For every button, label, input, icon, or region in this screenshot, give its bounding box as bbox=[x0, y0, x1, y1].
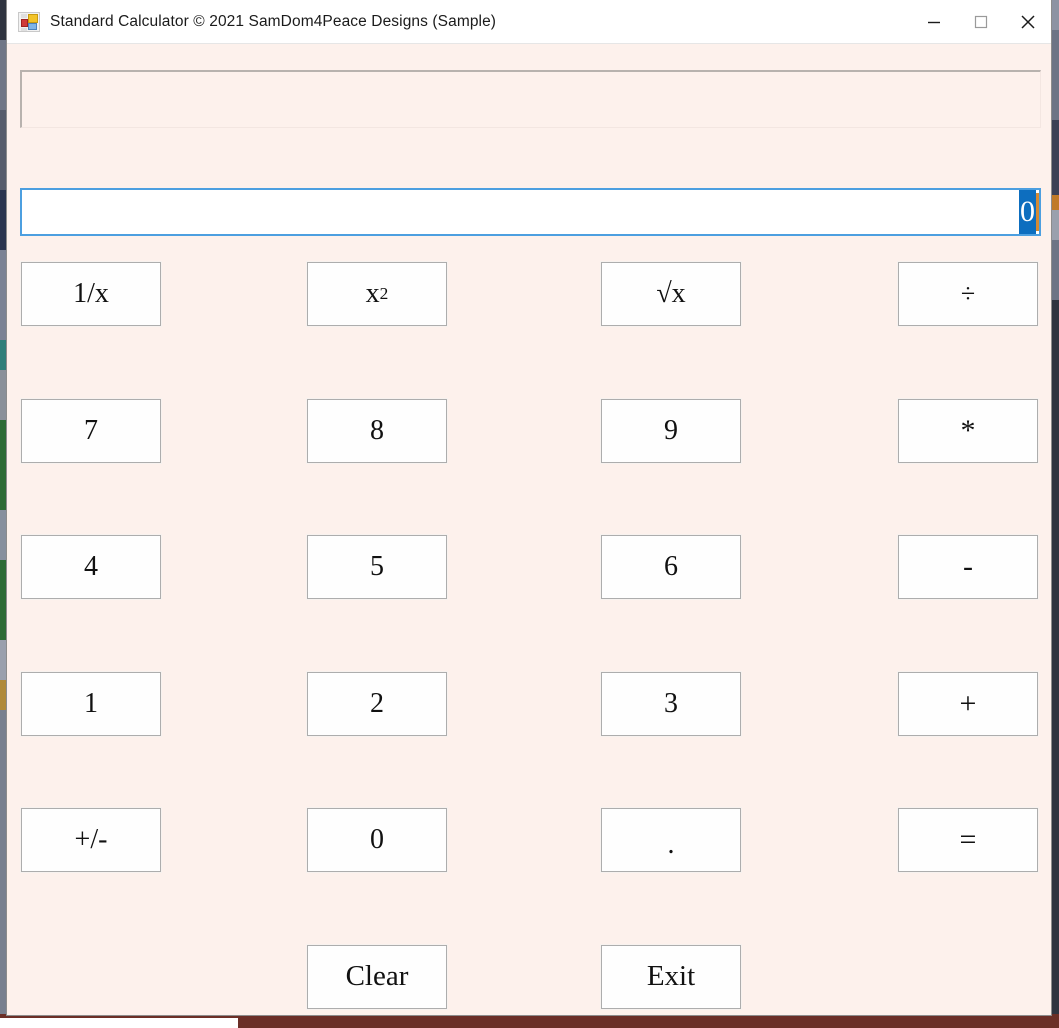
minimize-icon bbox=[927, 15, 941, 29]
digit-9-button[interactable]: 9 bbox=[601, 398, 741, 463]
reciprocal-button[interactable]: 1/x bbox=[21, 262, 161, 326]
text-caret bbox=[1036, 193, 1039, 231]
close-icon bbox=[1020, 14, 1036, 30]
keypad-row: 4 5 6 - bbox=[7, 535, 1051, 672]
sign-toggle-button[interactable]: +/- bbox=[21, 808, 161, 872]
square-button[interactable]: x2 bbox=[307, 262, 447, 326]
digit-5-button[interactable]: 5 bbox=[307, 535, 447, 599]
keypad-row: 1 2 3 + bbox=[7, 671, 1051, 809]
main-display-value: 0 bbox=[1019, 190, 1036, 234]
winforms-app-icon bbox=[18, 11, 40, 32]
equals-button[interactable]: = bbox=[898, 808, 1038, 872]
calculator-window: Standard Calculator © 2021 SamDom4Peace … bbox=[6, 0, 1052, 1016]
client-area: 0 1/x x2 √x ÷ 7 8 9 * 4 5 6 - 1 2 3 + +/… bbox=[7, 44, 1051, 1015]
digit-0-button[interactable]: 0 bbox=[307, 808, 447, 872]
add-button[interactable]: + bbox=[898, 671, 1038, 736]
background-taskbar bbox=[0, 1014, 1059, 1028]
background-taskbar-item bbox=[0, 1018, 238, 1028]
keypad-row: 7 8 9 * bbox=[7, 398, 1051, 536]
digit-8-button[interactable]: 8 bbox=[307, 398, 447, 463]
digit-2-button[interactable]: 2 bbox=[307, 671, 447, 736]
keypad-row: Clear Exit bbox=[7, 944, 1051, 1016]
decimal-point-button[interactable]: . bbox=[601, 808, 741, 872]
keypad-row: 1/x x2 √x ÷ bbox=[7, 262, 1051, 399]
close-button[interactable] bbox=[1004, 0, 1051, 44]
keypad-row: +/- 0 . = bbox=[7, 808, 1051, 945]
digit-7-button[interactable]: 7 bbox=[21, 398, 161, 463]
maximize-button[interactable] bbox=[957, 0, 1004, 44]
subtract-button[interactable]: - bbox=[898, 535, 1038, 599]
exit-button[interactable]: Exit bbox=[601, 944, 741, 1009]
main-display[interactable]: 0 bbox=[20, 188, 1041, 236]
clear-button[interactable]: Clear bbox=[307, 944, 447, 1009]
square-root-button[interactable]: √x bbox=[601, 262, 741, 326]
title-bar[interactable]: Standard Calculator © 2021 SamDom4Peace … bbox=[7, 0, 1051, 44]
window-title: Standard Calculator © 2021 SamDom4Peace … bbox=[50, 12, 497, 30]
square-base: x bbox=[365, 278, 380, 309]
digit-3-button[interactable]: 3 bbox=[601, 671, 741, 736]
maximize-icon bbox=[974, 15, 988, 29]
multiply-button[interactable]: * bbox=[898, 398, 1038, 463]
digit-4-button[interactable]: 4 bbox=[21, 535, 161, 599]
digit-6-button[interactable]: 6 bbox=[601, 535, 741, 599]
digit-1-button[interactable]: 1 bbox=[21, 671, 161, 736]
keypad: 1/x x2 √x ÷ 7 8 9 * 4 5 6 - 1 2 3 + +/- … bbox=[7, 262, 1051, 1016]
window-controls bbox=[910, 0, 1051, 44]
divide-button[interactable]: ÷ bbox=[898, 262, 1038, 326]
history-display[interactable] bbox=[20, 70, 1041, 128]
minimize-button[interactable] bbox=[910, 0, 957, 44]
